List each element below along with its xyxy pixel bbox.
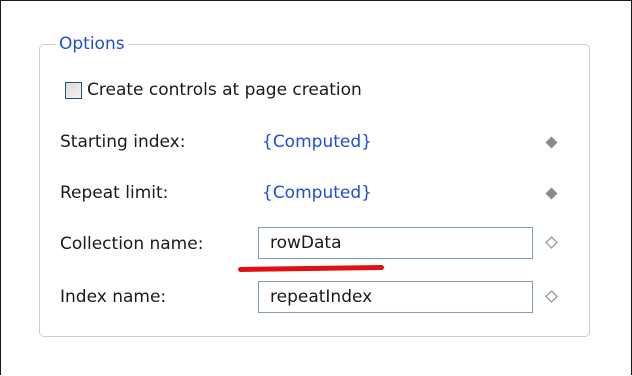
index-name-input[interactable] xyxy=(258,281,533,313)
index-name-label: Index name: xyxy=(60,287,167,307)
filled-diamond-icon[interactable] xyxy=(545,187,558,200)
create-controls-checkbox[interactable] xyxy=(65,81,82,99)
hollow-diamond-icon[interactable] xyxy=(545,236,558,249)
collection-name-input[interactable] xyxy=(258,227,533,259)
starting-index-value-link[interactable]: {Computed} xyxy=(262,131,372,153)
hollow-diamond-icon[interactable] xyxy=(545,290,558,303)
create-controls-label: Create controls at page creation xyxy=(87,80,362,100)
repeat-limit-label: Repeat limit: xyxy=(60,183,169,203)
create-controls-checkbox-row[interactable]: Create controls at page creation xyxy=(65,79,362,101)
repeat-limit-value-link[interactable]: {Computed} xyxy=(262,182,372,204)
filled-diamond-icon[interactable] xyxy=(545,136,558,149)
options-group-title: Options xyxy=(56,33,128,55)
collection-name-label: Collection name: xyxy=(60,234,204,254)
starting-index-label: Starting index: xyxy=(60,132,186,152)
